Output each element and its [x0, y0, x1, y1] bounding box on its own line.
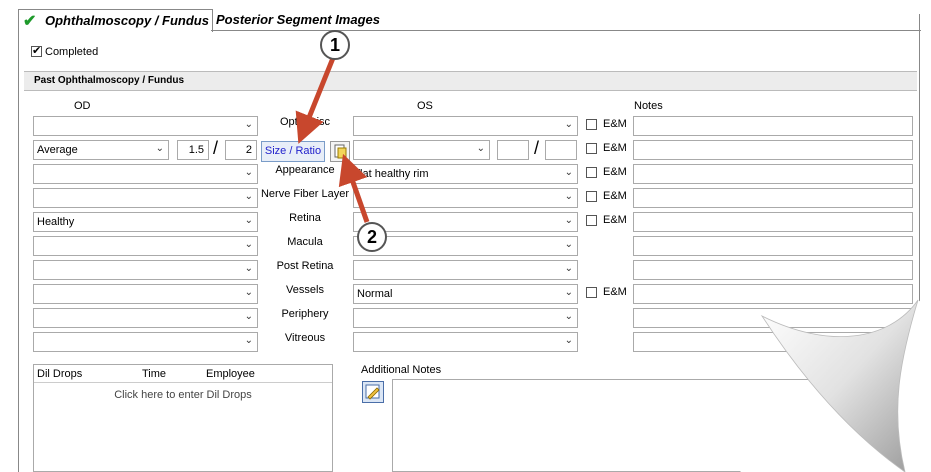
page-curl-decoration — [740, 290, 931, 472]
arrow-1 — [295, 57, 336, 144]
callout-2: 2 — [357, 222, 387, 252]
callout-1: 1 — [320, 30, 350, 60]
arrow-2 — [338, 153, 370, 223]
